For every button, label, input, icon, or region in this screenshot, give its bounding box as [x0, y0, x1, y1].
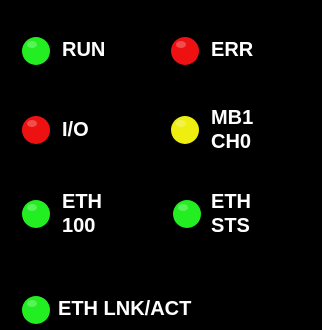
eth-100-led-green-icon [22, 200, 50, 228]
err-label: ERR [211, 38, 253, 62]
err-label-text: ERR [211, 39, 254, 61]
run-led-green-icon [22, 37, 50, 65]
mb1-ch0-label: MB1 CH0 [211, 106, 253, 154]
eth-100-label: ETH 100 [62, 190, 102, 238]
eth-100-label-line2: 100 [62, 215, 96, 237]
io-label-text: I/O [62, 119, 89, 141]
eth-sts-label-line1: ETH [211, 191, 251, 213]
io-led-red-icon [22, 116, 50, 144]
eth-lnk-act-label: ETH LNK/ACT [58, 297, 191, 321]
eth-lnk-act-led-green-icon [22, 296, 50, 324]
eth-lnk-act-label-text: ETH LNK/ACT [58, 298, 192, 320]
run-label: RUN [62, 38, 105, 62]
eth-sts-label-line2: STS [211, 215, 250, 237]
err-led-red-icon [171, 37, 199, 65]
mb1-label-line1: MB1 [211, 107, 254, 129]
run-label-text: RUN [62, 39, 106, 61]
ch0-label-line2: CH0 [211, 131, 252, 153]
eth-sts-led-green-icon [173, 200, 201, 228]
io-label: I/O [62, 118, 89, 142]
eth-100-label-line1: ETH [62, 191, 102, 213]
mb1-ch0-led-yellow-icon [171, 116, 199, 144]
status-led-panel: RUN ERR I/O MB1 CH0 ETH 100 ETH STS ETH … [0, 0, 322, 330]
eth-sts-label: ETH STS [211, 190, 251, 238]
